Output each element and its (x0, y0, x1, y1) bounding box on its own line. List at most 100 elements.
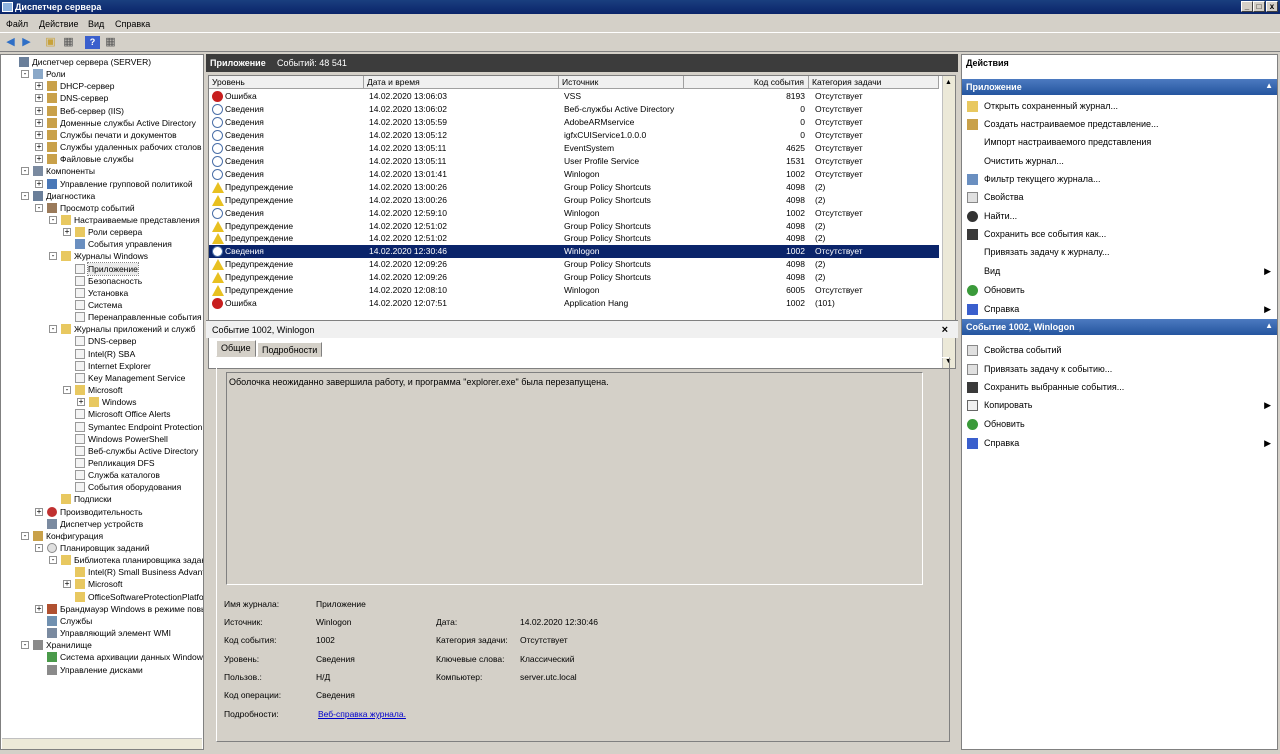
expand-icon[interactable]: + (35, 143, 43, 152)
expand-icon[interactable]: + (35, 179, 43, 188)
menu-action[interactable]: Действие (39, 19, 79, 29)
table-row[interactable]: Предупреждение 14.02.2020 12:08:10 Winlogo… (209, 284, 939, 297)
collapse-icon[interactable]: - (21, 641, 29, 650)
table-row[interactable]: Предупреждение 14.02.2020 13:00:26 Group P… (209, 194, 939, 207)
expand-icon[interactable]: + (35, 507, 43, 516)
collapse-icon[interactable]: - (21, 70, 29, 79)
tree-item-label[interactable]: События управления (88, 238, 172, 250)
minimize-button[interactable]: _ (1241, 1, 1253, 12)
expand-icon[interactable]: + (35, 604, 43, 613)
table-row[interactable]: Предупреждение 14.02.2020 12:09:26 Group P… (209, 271, 939, 284)
show-hide-action-icon[interactable]: ▦ (103, 36, 118, 49)
table-row[interactable]: Сведения 14.02.2020 13:05:11 User Profile … (209, 155, 939, 168)
action-item[interactable]: Копировать ▶ (962, 397, 1277, 413)
tree-item-label[interactable]: Управляющий элемент WMI (60, 627, 171, 639)
action-item[interactable]: Очистить журнал... (962, 153, 1277, 169)
close-button[interactable]: x (1266, 1, 1278, 12)
actions-section-header[interactable]: Приложение (962, 79, 1277, 95)
tree-item-label[interactable]: Просмотр событий (60, 202, 135, 214)
action-item[interactable]: Обновить (962, 416, 1277, 432)
column-source[interactable]: Источник (559, 76, 684, 89)
tree-item-label[interactable]: Internet Explorer (88, 360, 151, 372)
tree-item-label[interactable]: Служба каталогов (88, 469, 160, 481)
menu-view[interactable]: Вид (88, 19, 104, 29)
expand-icon[interactable]: + (35, 118, 43, 127)
tree-item-label[interactable]: Диспетчер сервера (SERVER) (32, 56, 151, 68)
table-row[interactable]: Предупреждение 14.02.2020 12:51:02 Group P… (209, 232, 939, 245)
collapse-icon[interactable]: - (49, 215, 57, 224)
collapse-section-icon[interactable]: ▲ (1265, 81, 1273, 90)
tree-item-label[interactable]: Symantec Endpoint Protection Clie (88, 421, 203, 433)
tree-item-label[interactable]: Windows (102, 396, 136, 408)
tree-item-label[interactable]: Службы (60, 615, 92, 627)
tree-item-label[interactable]: Роли сервера (88, 226, 142, 238)
tree-item-label[interactable]: DHCP-сервер (60, 80, 115, 92)
table-row[interactable]: Ошибка 14.02.2020 13:06:03 VSS 8193 Отсутств… (209, 90, 939, 103)
table-row[interactable]: Сведения 14.02.2020 13:01:41 Winlogon 1002 О… (209, 168, 939, 181)
action-item[interactable]: Справка ▶ (962, 301, 1277, 317)
tree-item-label[interactable]: Управление групповой политикой (60, 178, 193, 190)
actions-section-header[interactable]: Событие 1002, Winlogon (962, 319, 1277, 335)
tree-hscrollbar[interactable] (2, 738, 202, 749)
tree-item-label[interactable]: Доменные службы Active Directory (60, 117, 196, 129)
collapse-icon[interactable]: - (21, 531, 29, 540)
table-row[interactable]: Сведения 14.02.2020 13:05:12 igfxCUIServic… (209, 129, 939, 142)
tree-item-label[interactable]: Безопасность (88, 275, 142, 287)
expand-icon[interactable]: + (35, 82, 43, 91)
action-item[interactable]: Вид ▶ (962, 263, 1277, 279)
tree-item-label[interactable]: Хранилище (46, 639, 92, 651)
back-icon[interactable]: ◀ (3, 36, 18, 49)
action-item[interactable]: Создать настраиваемое представление... (962, 116, 1277, 132)
tree-item-label[interactable]: DNS-сервер (88, 335, 136, 347)
action-item[interactable]: Сохранить все события как... (962, 226, 1277, 242)
tree-item-label[interactable]: DNS-сервер (60, 92, 108, 104)
action-item[interactable]: Сохранить выбранные события... (962, 379, 1277, 395)
table-row[interactable]: Предупреждение 14.02.2020 12:51:02 Group P… (209, 220, 939, 233)
tree-item-label[interactable]: Microsoft Office Alerts (88, 408, 171, 420)
tree-item-label[interactable]: Установка (88, 287, 128, 299)
tree-item-label[interactable]: Система архивации данных Windows Se (60, 651, 203, 663)
tree-item-label[interactable]: Microsoft (88, 384, 122, 396)
table-row[interactable]: Предупреждение 14.02.2020 12:09:26 Group P… (209, 258, 939, 271)
collapse-icon[interactable]: - (49, 325, 57, 334)
expand-icon[interactable]: + (77, 398, 85, 407)
table-row[interactable]: Сведения 14.02.2020 13:05:11 EventSystem 46… (209, 142, 939, 155)
tree-item-label[interactable]: Службы удаленных рабочих столов (60, 141, 202, 153)
tree-item-label[interactable]: Перенаправленные события (88, 311, 202, 323)
tree-item-label[interactable]: OfficeSoftwareProtectionPlatform (88, 591, 203, 603)
column-level[interactable]: Уровень (209, 76, 364, 89)
tree-item-label[interactable]: Подписки (74, 493, 112, 505)
tree-item-label[interactable]: Конфигурация (46, 530, 103, 542)
column-task-category[interactable]: Категория задачи (809, 76, 939, 89)
action-item[interactable]: Фильтр текущего журнала... (962, 171, 1277, 187)
event-message-box[interactable]: Оболочка неожиданно завершила работу, и … (226, 372, 923, 585)
tree-item-label[interactable]: Библиотека планировщика заданий (74, 554, 203, 566)
collapse-icon[interactable]: - (35, 203, 43, 212)
expand-icon[interactable]: + (63, 580, 71, 589)
tree-item-label[interactable]: Key Management Service (88, 372, 185, 384)
up-folder-icon[interactable]: ▣ (43, 36, 58, 49)
action-item[interactable]: Привязать задачу к событию... (962, 361, 1277, 377)
tree-item-label[interactable]: Intel(R) SBA (88, 348, 135, 360)
tree-item-label[interactable]: Приложение (87, 261, 139, 276)
action-item[interactable]: Открыть сохраненный журнал... (962, 98, 1277, 114)
action-item[interactable]: Привязать задачу к журналу... (962, 244, 1277, 260)
tree-item-label[interactable]: События оборудования (88, 481, 181, 493)
collapse-section-icon[interactable]: ▲ (1265, 321, 1273, 330)
expand-icon[interactable]: + (35, 130, 43, 139)
action-item[interactable]: Свойства событий (962, 342, 1277, 358)
menu-file[interactable]: Файл (6, 19, 28, 29)
tree-item-label[interactable]: Веб-службы Active Directory (88, 445, 198, 457)
table-row[interactable]: Сведения 14.02.2020 13:05:59 AdobeARMservi… (209, 116, 939, 129)
table-row[interactable]: Сведения 14.02.2020 13:06:02 Веб-службы Ac… (209, 103, 939, 116)
tree-item-label[interactable]: Службы печати и документов (60, 129, 177, 141)
online-help-link[interactable]: Веб-справка журнала. (318, 709, 406, 719)
tree-item-label[interactable]: Intel(R) Small Business Advantage (88, 566, 203, 578)
table-row[interactable]: Предупреждение 14.02.2020 13:00:26 Group P… (209, 181, 939, 194)
action-item[interactable]: Справка ▶ (962, 435, 1277, 451)
maximize-button[interactable]: □ (1253, 1, 1265, 12)
tab-details[interactable]: Подробности (257, 342, 323, 357)
action-item[interactable]: Свойства (962, 189, 1277, 205)
collapse-icon[interactable]: - (21, 167, 29, 176)
column-datetime[interactable]: Дата и время (364, 76, 559, 89)
